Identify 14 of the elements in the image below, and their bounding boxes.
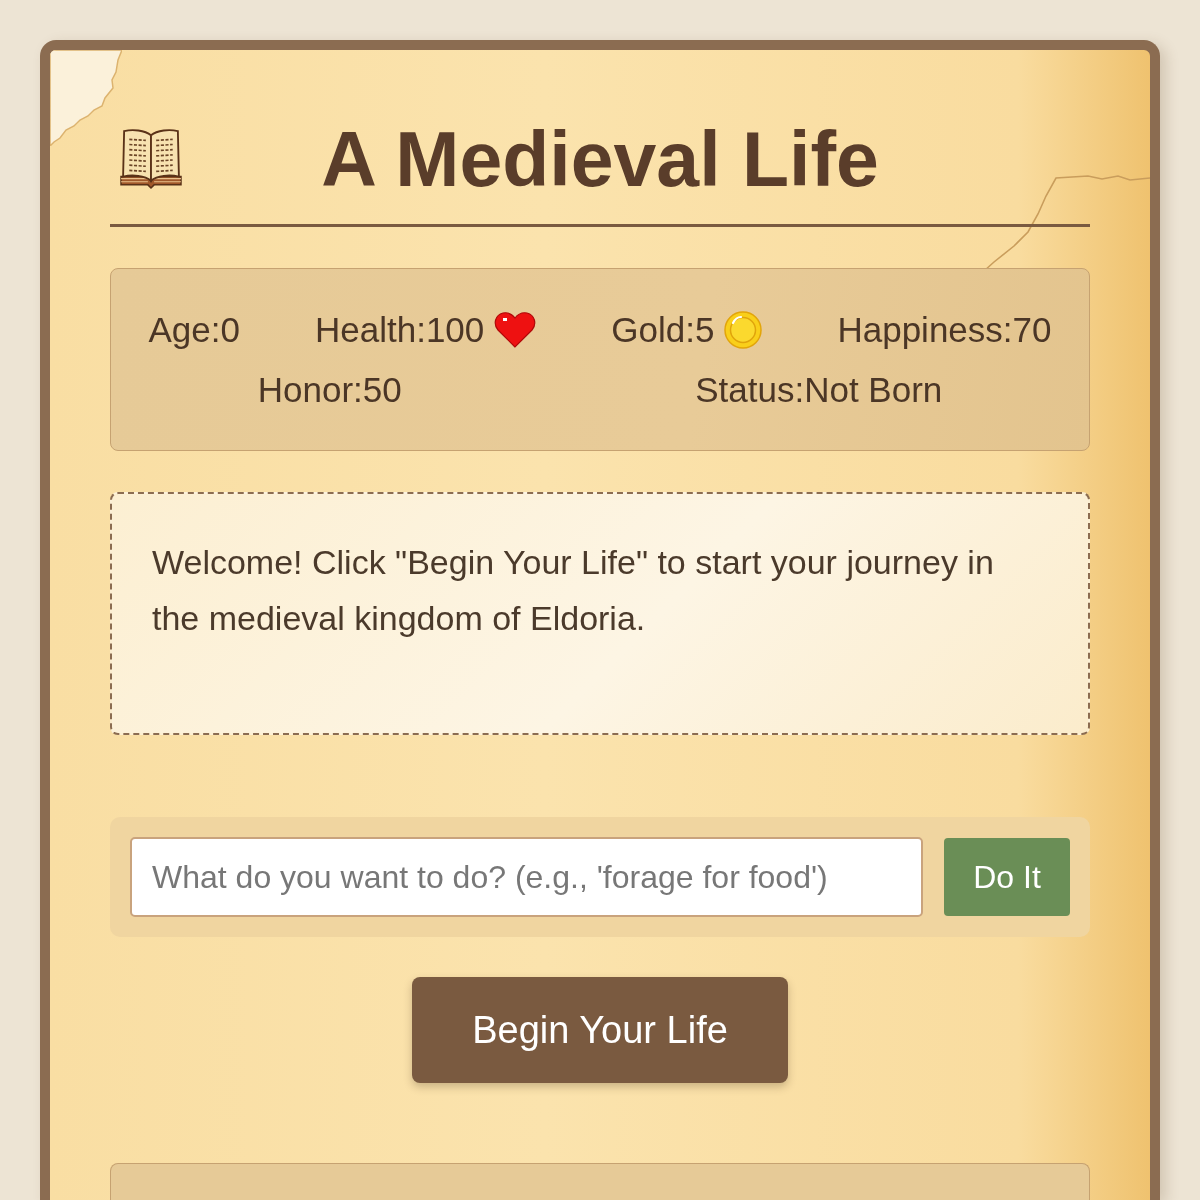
book-icon [120,128,182,190]
stat-label: Status:Not Born [695,368,943,411]
stat-label: Honor:50 [257,368,402,411]
do-it-button[interactable]: Do It [944,838,1070,916]
coin-icon [724,310,763,349]
stat-label: Health:100 [315,308,485,351]
stat-label: Happiness:70 [837,308,1052,351]
stat-label: Gold:5 [611,308,715,351]
action-input[interactable]: What do you want to do? (e.g., 'forage for food') [130,837,923,917]
begin-life-button[interactable]: Begin Your Life [412,977,788,1083]
welcome-message: Welcome! Click "Begin Your Life" to start your journey in the medieval kingdom of Eldoria. [152,542,995,639]
page-title: A Medieval Life [321,115,879,204]
stat-label: Age:0 [148,308,240,351]
heart-icon [494,310,537,349]
